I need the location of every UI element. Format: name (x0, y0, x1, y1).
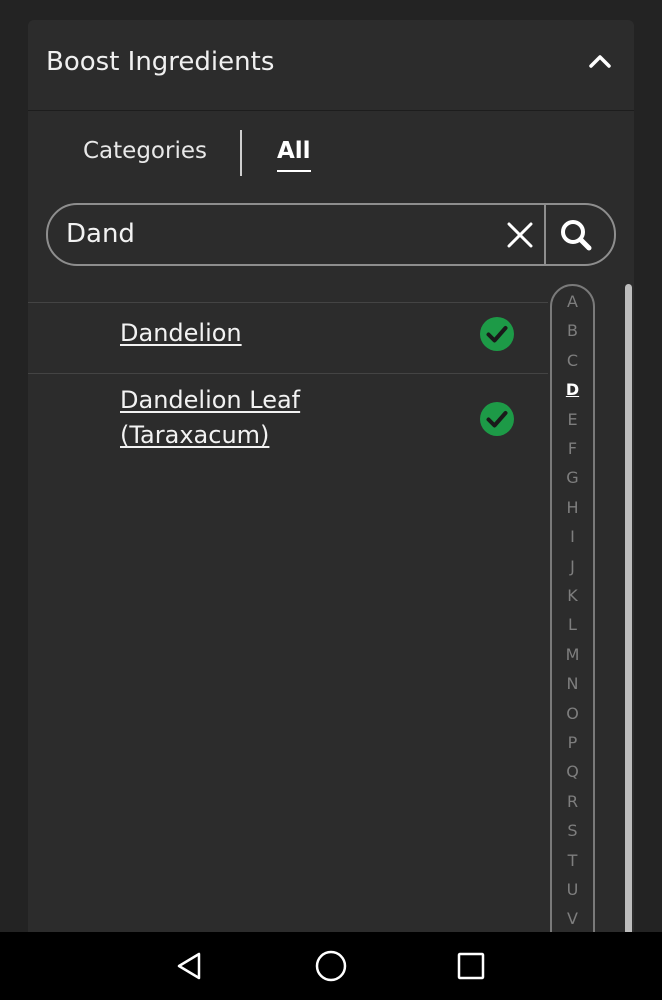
tab-bar: Categories All (28, 111, 634, 197)
collapse-button[interactable] (578, 40, 622, 80)
home-circle-icon (315, 950, 347, 982)
back-triangle-icon (177, 952, 201, 980)
alphabet-letter-k[interactable]: K (552, 586, 593, 605)
results-list: Dandelion Dandelion Leaf (Taraxacum) (28, 302, 548, 474)
alphabet-letter-l[interactable]: L (552, 615, 593, 634)
alphabet-letter-g[interactable]: G (552, 468, 593, 487)
alphabet-letter-j[interactable]: J (552, 557, 593, 576)
alphabet-letter-u[interactable]: U (552, 880, 593, 899)
home-button[interactable] (313, 948, 349, 984)
result-name[interactable]: Dandelion (120, 316, 380, 351)
list-item[interactable]: Dandelion Leaf (Taraxacum) (28, 373, 548, 474)
check-circle-icon (480, 402, 514, 436)
alphabet-letter-c[interactable]: C (552, 351, 593, 370)
alphabet-letter-d[interactable]: D (552, 380, 593, 399)
panel-header[interactable]: Boost Ingredients (28, 20, 634, 111)
close-icon (507, 222, 533, 248)
system-nav-bar (0, 932, 662, 1000)
clear-search-button[interactable] (502, 217, 538, 253)
search-input[interactable] (66, 213, 466, 255)
alphabet-letter-h[interactable]: H (552, 498, 593, 517)
alphabet-letter-t[interactable]: T (552, 851, 593, 870)
alphabet-letter-a[interactable]: A (552, 292, 593, 311)
search-button[interactable] (556, 215, 596, 255)
check-circle-icon (480, 317, 514, 351)
alphabet-letter-p[interactable]: P (552, 733, 593, 752)
back-button[interactable] (172, 948, 208, 984)
recents-square-icon (457, 952, 485, 980)
tab-categories[interactable]: Categories (83, 138, 207, 164)
search-icon (561, 220, 592, 251)
result-name[interactable]: Dandelion Leaf (Taraxacum) (120, 383, 380, 453)
alphabet-letter-v[interactable]: V (552, 909, 593, 928)
search-box (46, 203, 616, 266)
alphabet-letter-r[interactable]: R (552, 792, 593, 811)
tab-divider (240, 130, 242, 176)
tab-all[interactable]: All (277, 138, 311, 172)
boost-ingredients-panel: Boost Ingredients Categories All Dand Da… (28, 20, 634, 932)
search-divider (544, 205, 546, 264)
alphabet-letter-s[interactable]: S (552, 821, 593, 840)
screen: Boost Ingredients Categories All Dand Da… (0, 0, 662, 1000)
alphabet-index[interactable]: ABCDEFGHIJKLMNOPQRSTUV (550, 284, 595, 932)
alphabet-letter-i[interactable]: I (552, 527, 593, 546)
alphabet-letter-o[interactable]: O (552, 704, 593, 723)
list-item[interactable]: Dandelion (28, 302, 548, 373)
scrollbar[interactable] (625, 284, 632, 932)
alphabet-letter-f[interactable]: F (552, 439, 593, 458)
panel-title: Boost Ingredients (46, 47, 275, 77)
alphabet-letter-b[interactable]: B (552, 321, 593, 340)
alphabet-letter-m[interactable]: M (552, 645, 593, 664)
recents-button[interactable] (453, 948, 489, 984)
alphabet-letter-e[interactable]: E (552, 410, 593, 429)
alphabet-letter-n[interactable]: N (552, 674, 593, 693)
chevron-up-icon (589, 55, 611, 68)
alphabet-letter-q[interactable]: Q (552, 762, 593, 781)
